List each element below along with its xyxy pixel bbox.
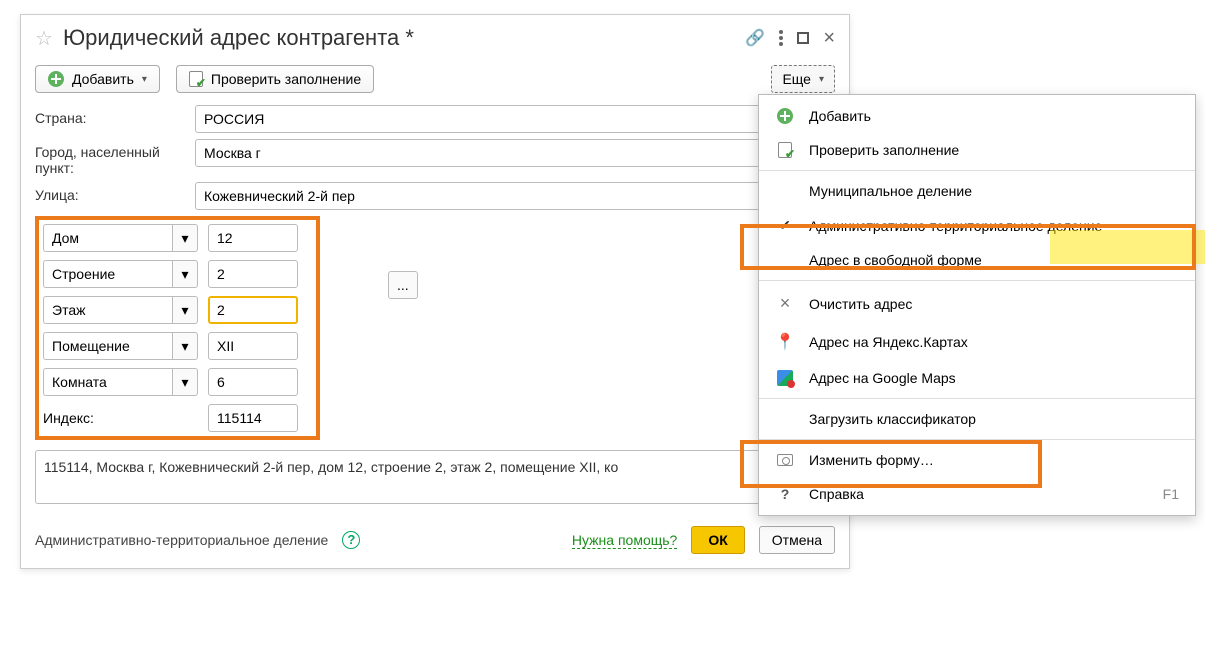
address-parts-highlighted: Дом ▾ 12 Строение ▾ 2 Этаж ▾ 2 <box>35 216 320 440</box>
close-icon <box>775 293 795 314</box>
doc-check-icon <box>778 142 792 158</box>
window-title: Юридический адрес контрагента * <box>63 25 735 51</box>
index-input[interactable]: 115114 <box>208 404 298 432</box>
menu-item-help[interactable]: ? Справка F1 <box>759 477 1195 511</box>
add-icon <box>48 71 64 87</box>
menu-item-municipal[interactable]: Муниципальное деление <box>759 174 1195 208</box>
menu-item-clear-address[interactable]: Очистить адрес <box>759 284 1195 323</box>
close-icon[interactable]: × <box>823 31 835 45</box>
part-value-input-active[interactable]: 2 <box>208 296 298 324</box>
titlebar: ☆ Юридический адрес контрагента * 🔗 × <box>21 15 849 57</box>
menu-item-change-form[interactable]: Изменить форму… <box>759 443 1195 477</box>
division-type-label: Административно-территориальное деление <box>35 532 328 548</box>
chevron-down-icon[interactable]: ▾ <box>172 260 198 288</box>
kebab-menu-icon[interactable] <box>779 30 783 46</box>
address-summary[interactable]: 115114, Москва г, Кожевнический 2-й пер,… <box>35 450 835 504</box>
part-type-combo[interactable]: Помещение ▾ <box>43 332 198 360</box>
doc-check-icon <box>189 71 203 87</box>
check-icon <box>775 217 795 234</box>
need-help-link[interactable]: Нужна помощь? <box>572 532 677 549</box>
add-label: Добавить <box>72 71 134 87</box>
part-type-combo[interactable]: Дом ▾ <box>43 224 198 252</box>
part-type-combo[interactable]: Этаж ▾ <box>43 296 198 324</box>
ellipsis-button[interactable]: ... <box>388 271 418 299</box>
part-value-input[interactable]: 12 <box>208 224 298 252</box>
chevron-down-icon[interactable]: ▾ <box>172 296 198 324</box>
check-fill-button[interactable]: Проверить заполнение <box>176 65 374 93</box>
chevron-down-icon[interactable]: ▾ <box>172 368 198 396</box>
dialog-footer: Административно-территориальное деление … <box>21 514 849 568</box>
index-label: Индекс: <box>43 405 198 431</box>
menu-item-yandex-maps[interactable]: 📍 Адрес на Яндекс.Картах <box>759 323 1195 361</box>
street-input[interactable]: Кожевнический 2-й пер <box>195 182 835 210</box>
add-icon <box>777 108 793 124</box>
country-input[interactable]: РОССИЯ <box>195 105 835 133</box>
maximize-icon[interactable] <box>797 32 809 44</box>
chevron-down-icon: ▾ <box>142 74 147 85</box>
favorite-star-icon[interactable]: ☆ <box>35 26 53 51</box>
cancel-button[interactable]: Отмена <box>759 526 835 554</box>
more-button[interactable]: Еще ▾ <box>771 65 835 93</box>
form-area: Страна: РОССИЯ Город, населенный пункт: … <box>21 101 849 514</box>
city-input[interactable]: Москва г <box>195 139 835 167</box>
part-value-input[interactable]: 6 <box>208 368 298 396</box>
city-label: Город, населенный пункт: <box>35 139 185 176</box>
question-icon: ? <box>775 486 795 502</box>
menu-item-load-classifier[interactable]: Загрузить классификатор <box>759 402 1195 436</box>
chevron-down-icon[interactable]: ▾ <box>172 332 198 360</box>
part-type-combo[interactable]: Комната ▾ <box>43 368 198 396</box>
map-pin-icon: 📍 <box>775 332 795 352</box>
country-label: Страна: <box>35 105 185 126</box>
menu-item-check-fill[interactable]: Проверить заполнение <box>759 133 1195 167</box>
part-type-combo[interactable]: Строение ▾ <box>43 260 198 288</box>
toolbar: Добавить ▾ Проверить заполнение Еще ▾ <box>21 57 849 101</box>
add-button[interactable]: Добавить ▾ <box>35 65 160 93</box>
chevron-down-icon: ▾ <box>819 74 824 85</box>
link-icon[interactable]: 🔗 <box>745 28 765 48</box>
check-label: Проверить заполнение <box>211 71 361 87</box>
part-value-input[interactable]: XII <box>208 332 298 360</box>
menu-item-add[interactable]: Добавить <box>759 99 1195 133</box>
ok-button[interactable]: ОК <box>691 526 744 554</box>
part-value-input[interactable]: 2 <box>208 260 298 288</box>
more-label: Еще <box>782 71 811 87</box>
help-icon[interactable]: ? <box>342 531 360 549</box>
camera-icon <box>777 454 793 466</box>
address-dialog: ☆ Юридический адрес контрагента * 🔗 × До… <box>20 14 850 569</box>
menu-item-google-maps[interactable]: Адрес на Google Maps <box>759 361 1195 395</box>
chevron-down-icon[interactable]: ▾ <box>172 224 198 252</box>
more-menu[interactable]: Добавить Проверить заполнение Муниципаль… <box>758 94 1196 516</box>
menu-item-highlight <box>1050 230 1205 264</box>
street-label: Улица: <box>35 182 185 203</box>
google-maps-icon <box>777 370 793 386</box>
